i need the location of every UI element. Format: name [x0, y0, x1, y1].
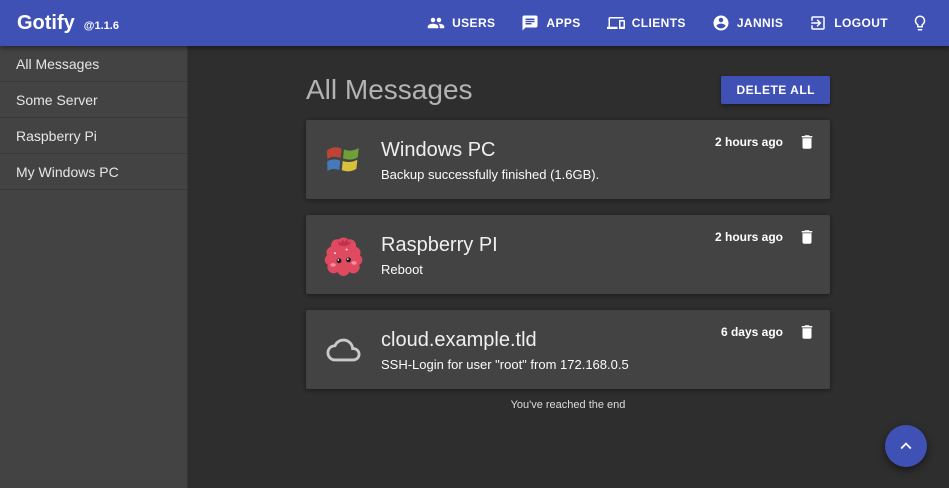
sidebar-item-all-messages[interactable]: All Messages: [0, 46, 187, 82]
delete-message-button[interactable]: [798, 133, 816, 151]
sidebar-item-label: My Windows PC: [16, 164, 119, 180]
devices-icon: [607, 14, 625, 32]
message-meta: 2 hours ago: [715, 133, 816, 151]
nav-item-apps[interactable]: APPS: [508, 0, 593, 46]
message-body: Reboot: [381, 262, 498, 277]
message-meta: 6 days ago: [721, 323, 816, 341]
app-title: Gotify: [17, 12, 75, 35]
message-texts: cloud.example.tld SSH-Login for user "ro…: [381, 327, 629, 372]
message-texts: Raspberry PI Reboot: [381, 232, 498, 277]
delete-message-button[interactable]: [798, 228, 816, 246]
scroll-top-chevron-icon: [895, 435, 917, 457]
users-icon: [427, 14, 445, 32]
navbar-actions: USERS APPS CLIENTS JANNIS LOGOUT: [414, 0, 935, 46]
main-area: All Messages DELETE ALL Windows PC Backu…: [188, 46, 949, 488]
page-header: All Messages DELETE ALL: [306, 71, 830, 108]
chat-icon: [521, 14, 539, 32]
delete-trash-icon: [798, 133, 816, 151]
nav-item-label: JANNIS: [737, 16, 783, 30]
nav-item-label: APPS: [546, 16, 580, 30]
message-title: Windows PC: [381, 139, 599, 162]
delete-message-button[interactable]: [798, 323, 816, 341]
theme-toggle-button[interactable]: [901, 0, 935, 46]
sidebar-item-raspberry-pi[interactable]: Raspberry Pi: [0, 118, 187, 154]
message-timestamp: 2 hours ago: [715, 230, 783, 244]
cloud-icon: [322, 328, 365, 371]
message-card-cloud: cloud.example.tld SSH-Login for user "ro…: [306, 310, 830, 389]
logout-icon: [809, 14, 827, 32]
message-texts: Windows PC Backup successfully finished …: [381, 137, 599, 182]
nav-item-users[interactable]: USERS: [414, 0, 508, 46]
delete-trash-icon: [798, 228, 816, 246]
sidebar-item-label: Some Server: [16, 92, 98, 108]
nav-item-logout[interactable]: LOGOUT: [796, 0, 901, 46]
server-sidebar: All Messages Some Server Raspberry Pi My…: [0, 46, 188, 488]
message-title: cloud.example.tld: [381, 329, 629, 352]
nav-item-label: LOGOUT: [834, 16, 888, 30]
delete-trash-icon: [798, 323, 816, 341]
delete-all-button[interactable]: DELETE ALL: [721, 76, 830, 104]
message-body: Backup successfully finished (1.6GB).: [381, 167, 599, 182]
page-title: All Messages: [306, 74, 473, 106]
top-navbar: Gotify @1.1.6 USERS APPS CLIENTS JANNIS …: [0, 0, 949, 46]
lightbulb-icon: [911, 14, 929, 32]
nav-item-user-jannis[interactable]: JANNIS: [699, 0, 796, 46]
nav-item-clients[interactable]: CLIENTS: [594, 0, 699, 46]
message-timestamp: 2 hours ago: [715, 135, 783, 149]
sidebar-item-label: All Messages: [16, 56, 99, 72]
message-body: SSH-Login for user "root" from 172.168.0…: [381, 357, 629, 372]
message-title: Raspberry PI: [381, 234, 498, 257]
scroll-to-top-button[interactable]: [885, 425, 927, 467]
message-timestamp: 6 days ago: [721, 325, 783, 339]
message-meta: 2 hours ago: [715, 228, 816, 246]
message-card-raspberry-pi: Raspberry PI Reboot 2 hours ago: [306, 215, 830, 294]
windows-logo-icon: [322, 138, 365, 181]
message-card-windows-pc: Windows PC Backup successfully finished …: [306, 120, 830, 199]
end-of-list-text: You've reached the end: [306, 399, 830, 411]
messages-column: All Messages DELETE ALL Windows PC Backu…: [306, 71, 830, 411]
raspberry-icon: [322, 233, 365, 276]
nav-item-label: CLIENTS: [632, 16, 686, 30]
sidebar-item-some-server[interactable]: Some Server: [0, 82, 187, 118]
nav-item-label: USERS: [452, 16, 495, 30]
account-circle-icon: [712, 14, 730, 32]
sidebar-item-label: Raspberry Pi: [16, 128, 97, 144]
sidebar-item-my-windows-pc[interactable]: My Windows PC: [0, 154, 187, 190]
app-version: @1.1.6: [84, 20, 119, 32]
